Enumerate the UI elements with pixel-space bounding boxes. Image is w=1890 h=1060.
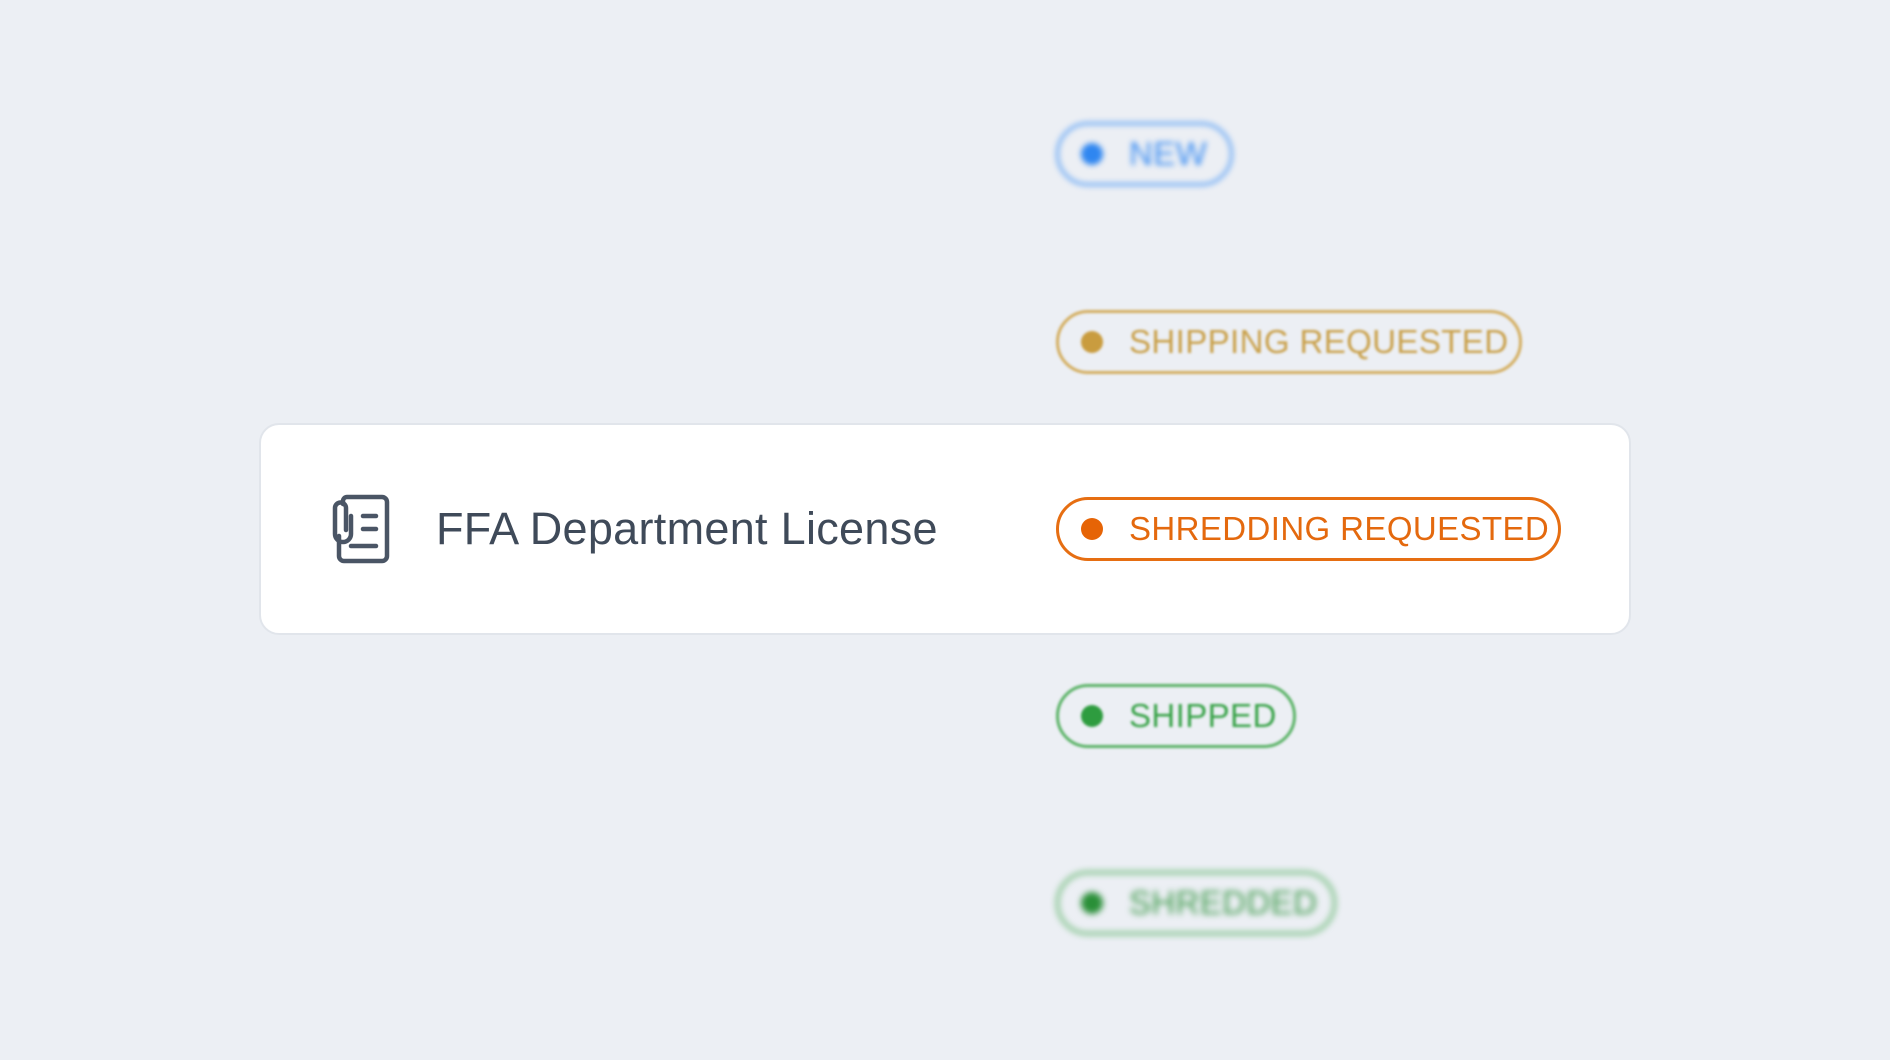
status-badge-new[interactable]: NEW (1056, 122, 1233, 186)
status-dot-icon (1081, 143, 1103, 165)
status-badge-shipping-requested[interactable]: SHIPPING REQUESTED (1056, 310, 1522, 374)
status-badge-label: SHIPPING REQUESTED (1129, 323, 1509, 360)
status-badge-shredded[interactable]: SHREDDED (1056, 871, 1336, 935)
status-dot-icon (1081, 331, 1103, 353)
status-badge-label: NEW (1129, 135, 1208, 172)
status-dot-icon (1081, 705, 1103, 727)
status-badge-label: SHIPPED (1129, 697, 1277, 734)
status-dot-icon (1081, 518, 1103, 540)
document-title: FFA Department License (436, 503, 938, 554)
status-badge-label: SHREDDED (1129, 884, 1318, 921)
document-with-clip-icon (332, 494, 390, 564)
status-badge-label: SHREDDING REQUESTED (1129, 510, 1550, 547)
status-dot-icon (1081, 892, 1103, 914)
status-badge-shredding-requested[interactable]: SHREDDING REQUESTED (1056, 497, 1561, 561)
status-badge-shipped[interactable]: SHIPPED (1056, 684, 1296, 748)
